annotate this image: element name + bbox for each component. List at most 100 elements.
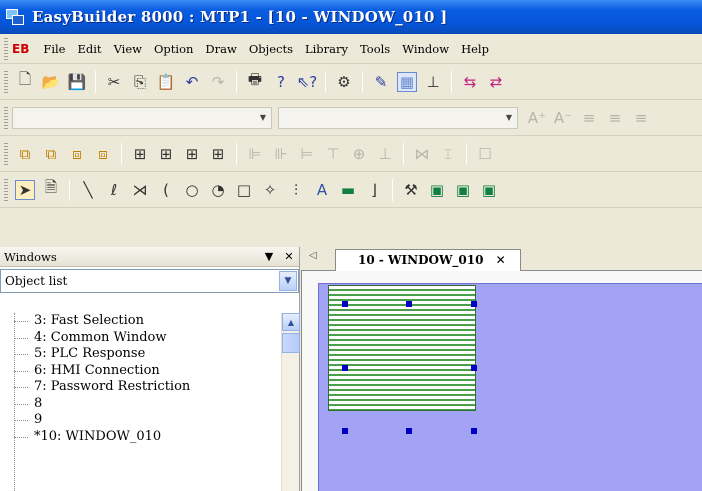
- align-objects-bottom-icon[interactable]: ⊥: [375, 144, 395, 164]
- download-icon[interactable]: ⇆: [460, 72, 480, 92]
- tree-item[interactable]: 8: [0, 396, 280, 413]
- align-center-icon[interactable]: ≡: [605, 108, 625, 128]
- align-objects-center-icon[interactable]: ⊪: [271, 144, 291, 164]
- object-2-icon[interactable]: ▣: [453, 180, 473, 200]
- pie-icon[interactable]: ◔: [208, 180, 228, 200]
- object-3-icon[interactable]: ▣: [479, 180, 499, 200]
- polyline-icon[interactable]: ℓ: [104, 180, 124, 200]
- context-help-icon[interactable]: ⇖?: [297, 72, 318, 92]
- bring-forward-icon[interactable]: ⧈: [67, 144, 87, 164]
- panel-close-icon[interactable]: ✕: [279, 250, 299, 263]
- tab-label: 10 - WINDOW_010: [358, 253, 484, 267]
- scroll-thumb[interactable]: [282, 333, 300, 353]
- scale-icon[interactable]: ⫶: [286, 180, 306, 200]
- selected-object[interactable]: [328, 285, 476, 411]
- help-icon[interactable]: ?: [271, 72, 291, 92]
- pointer-icon[interactable]: ➤: [15, 179, 35, 200]
- tab-close-icon[interactable]: ✕: [496, 253, 506, 267]
- distribute-vertical-icon[interactable]: ⌶: [438, 144, 458, 164]
- cut-icon[interactable]: ✂: [104, 72, 124, 92]
- tree-item[interactable]: 7: Password Restriction: [0, 379, 280, 396]
- redo-icon[interactable]: ↷: [208, 72, 228, 92]
- font-shrink-icon[interactable]: A⁻: [553, 108, 573, 128]
- tree-scrollbar[interactable]: ▲: [281, 313, 300, 491]
- menu-draw[interactable]: Draw: [199, 42, 242, 56]
- snap-icon[interactable]: ⊥: [423, 72, 443, 92]
- circle-icon[interactable]: ○: [182, 180, 202, 200]
- send-backward-icon[interactable]: ⧈: [93, 144, 113, 164]
- tab-window-010[interactable]: 10 - WINDOW_010 ✕: [335, 249, 521, 271]
- freeform-icon[interactable]: ⋊: [130, 180, 150, 200]
- menu-option[interactable]: Option: [148, 42, 199, 56]
- tree-item[interactable]: 6: HMI Connection: [0, 363, 280, 380]
- menu-edit[interactable]: Edit: [72, 42, 108, 56]
- draw-pen-icon[interactable]: ✎: [371, 72, 391, 92]
- new-file-icon[interactable]: 🗋: [15, 70, 35, 92]
- font-name-combo[interactable]: ▼: [12, 106, 272, 129]
- tree-item-active-window[interactable]: *10: WINDOW_010: [0, 429, 280, 446]
- align-left-icon[interactable]: ≡: [579, 108, 599, 128]
- chevron-down-icon[interactable]: ▼: [279, 271, 297, 291]
- title-bar: EasyBuilder 8000 : MTP1 - [10 - WINDOW_0…: [0, 0, 702, 34]
- compile-icon[interactable]: ⚙: [334, 72, 354, 92]
- resize-handle-e[interactable]: [471, 365, 477, 371]
- panel-pin-icon[interactable]: ▼: [259, 250, 279, 263]
- align-right-icon[interactable]: ≡: [631, 108, 651, 128]
- ungroup-icon[interactable]: ⊞: [156, 144, 176, 164]
- save-icon[interactable]: 💾: [67, 72, 87, 92]
- picture-icon[interactable]: ▬: [338, 180, 358, 200]
- text-icon[interactable]: A: [312, 180, 332, 200]
- align-objects-right-icon[interactable]: ⊨: [297, 144, 317, 164]
- tree-item[interactable]: 9: [0, 412, 280, 429]
- line-icon[interactable]: ╲: [78, 180, 98, 200]
- tick-icon[interactable]: ⌋: [364, 180, 384, 200]
- object-list-dropdown[interactable]: Object list ▼: [0, 269, 299, 293]
- tab-scroll-left-icon[interactable]: ◁: [309, 250, 317, 261]
- polygon-icon[interactable]: ✧: [260, 180, 280, 200]
- menu-library[interactable]: Library: [299, 42, 354, 56]
- menu-help[interactable]: Help: [455, 42, 495, 56]
- print-icon[interactable]: 🖶: [245, 70, 265, 92]
- tools-icon[interactable]: ⚒: [401, 180, 421, 200]
- upload-icon[interactable]: ⇄: [486, 72, 506, 92]
- menu-objects[interactable]: Objects: [243, 42, 299, 56]
- menu-bar: EB File Edit View Option Draw Objects Li…: [0, 34, 702, 64]
- font-grow-icon[interactable]: A⁺: [527, 108, 547, 128]
- menu-tools[interactable]: Tools: [354, 42, 396, 56]
- font-size-combo[interactable]: ▼: [278, 106, 518, 129]
- properties-icon[interactable]: 🗎: [41, 178, 61, 200]
- resize-handle-n[interactable]: [406, 301, 412, 307]
- align-objects-left-icon[interactable]: ⊫: [245, 144, 265, 164]
- group-icon[interactable]: ⊞: [130, 144, 150, 164]
- resize-handle-nw[interactable]: [342, 301, 348, 307]
- send-back-icon[interactable]: ⧉: [41, 144, 61, 164]
- menubar-grip[interactable]: [4, 37, 8, 60]
- object-1-icon[interactable]: ▣: [427, 180, 447, 200]
- align-objects-top-icon[interactable]: ⊤: [323, 144, 343, 164]
- same-size-icon[interactable]: ☐: [475, 144, 495, 164]
- resize-handle-se[interactable]: [471, 428, 477, 434]
- menu-window[interactable]: Window: [396, 42, 455, 56]
- distribute-horizontal-icon[interactable]: ⋈: [412, 144, 432, 164]
- resize-handle-w[interactable]: [342, 365, 348, 371]
- ungroup-2-icon[interactable]: ⊞: [208, 144, 228, 164]
- group-2-icon[interactable]: ⊞: [182, 144, 202, 164]
- resize-handle-ne[interactable]: [471, 301, 477, 307]
- resize-handle-sw[interactable]: [342, 428, 348, 434]
- bring-front-icon[interactable]: ⧉: [15, 144, 35, 164]
- paste-icon[interactable]: 📋: [156, 72, 176, 92]
- tree-item[interactable]: 3: Fast Selection: [0, 313, 280, 330]
- tree-item[interactable]: 5: PLC Response: [0, 346, 280, 363]
- menu-view[interactable]: View: [108, 42, 148, 56]
- open-folder-icon[interactable]: 📂: [41, 72, 61, 92]
- scroll-up-icon[interactable]: ▲: [282, 313, 300, 331]
- resize-handle-s[interactable]: [406, 428, 412, 434]
- undo-icon[interactable]: ↶: [182, 72, 202, 92]
- rectangle-icon[interactable]: □: [234, 180, 254, 200]
- copy-icon[interactable]: ⎘: [130, 72, 150, 92]
- align-objects-middle-icon[interactable]: ⊕: [349, 144, 369, 164]
- arc-icon[interactable]: (: [156, 180, 176, 200]
- grid-icon[interactable]: ▦: [397, 71, 417, 92]
- tree-item[interactable]: 4: Common Window: [0, 330, 280, 347]
- menu-file[interactable]: File: [37, 42, 71, 56]
